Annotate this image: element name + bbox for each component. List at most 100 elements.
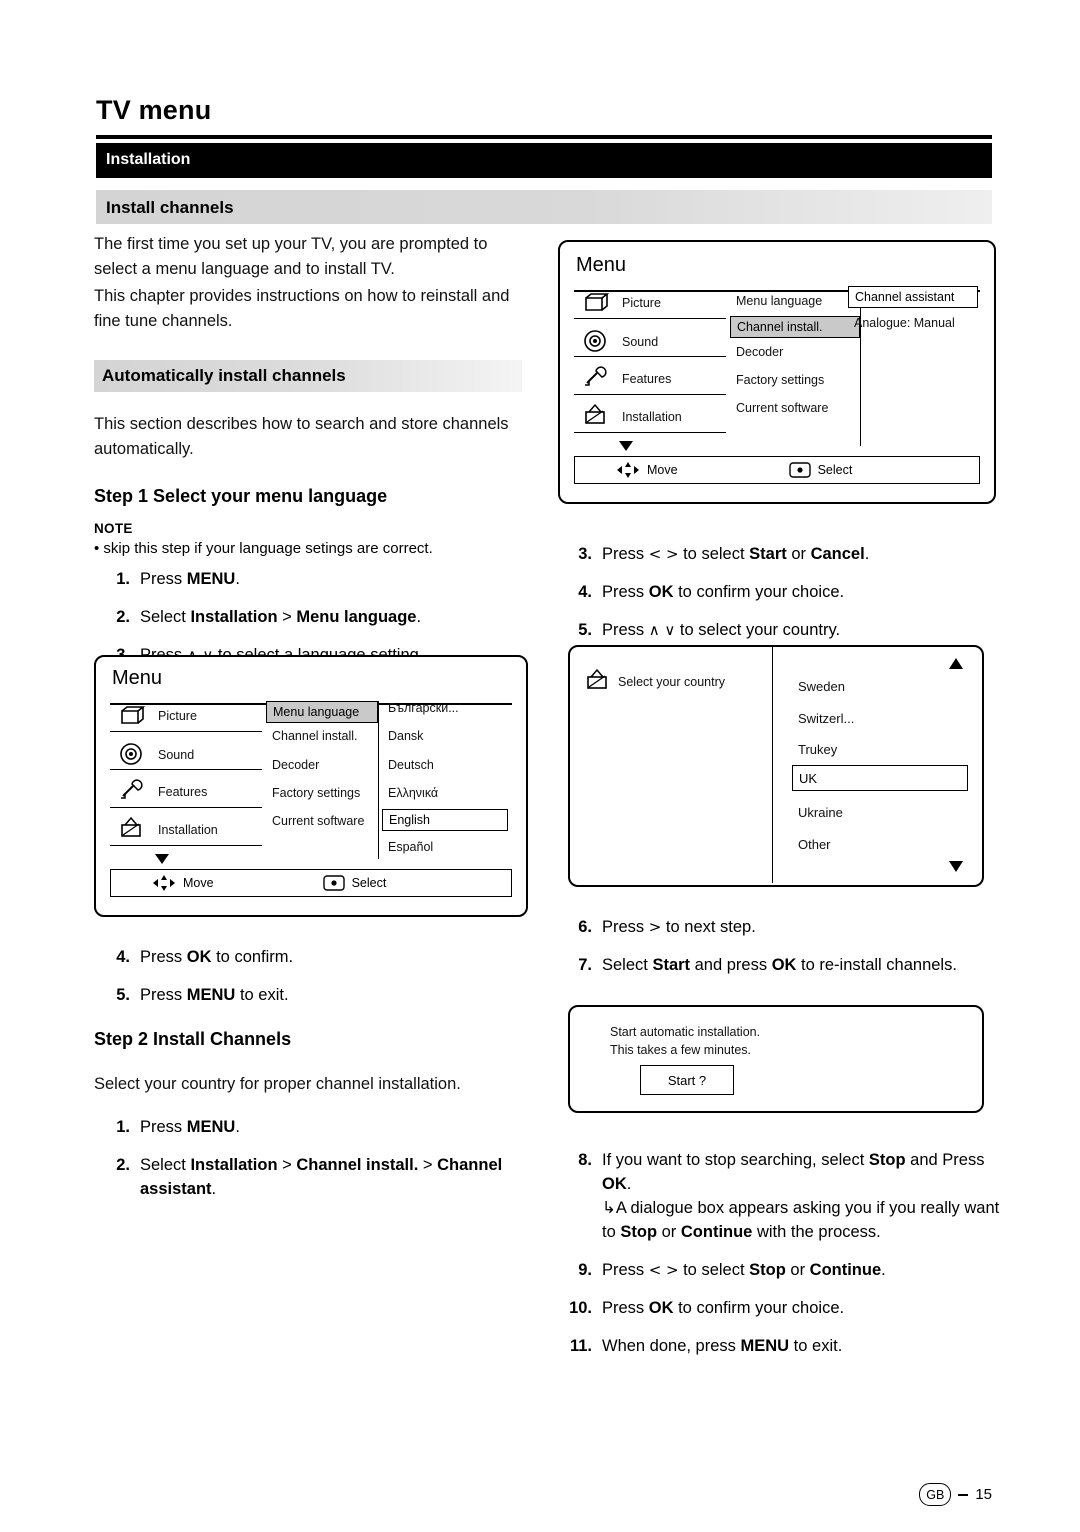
menu-right-mid-4[interactable]: Current software <box>736 401 828 415</box>
menu-left-lang-1[interactable]: Dansk <box>388 729 423 743</box>
picture-icon <box>585 293 610 311</box>
section-bar-label: Installation <box>106 151 191 168</box>
menu-left-lang-0[interactable]: Български... <box>388 701 459 715</box>
divider <box>574 318 726 319</box>
step-number: 5. <box>116 986 130 1004</box>
step-number: 2. <box>116 1156 130 1174</box>
menu-left-title: Menu <box>112 667 163 689</box>
step-right-mid-1: 7. Select Start and press OK to re-instal… <box>556 953 1000 977</box>
step-number: 1. <box>116 1118 130 1136</box>
step-text: Press OK to confirm your choice. <box>602 1299 845 1317</box>
step-text: Press MENU. <box>140 1118 240 1136</box>
step-number: 5. <box>578 621 592 639</box>
menu-left-mid-4[interactable]: Current software <box>272 814 364 828</box>
scroll-down-icon[interactable] <box>152 851 172 867</box>
note-label: NOTE <box>94 521 133 536</box>
menu-left-mid-1[interactable]: Channel install. <box>272 729 357 743</box>
start-button[interactable]: Start ? <box>640 1065 734 1095</box>
step-install-1: 2. Select Installation > Channel install.… <box>94 1153 524 1201</box>
step-number: 9. <box>578 1261 592 1279</box>
menu-left-lang-4[interactable]: English <box>382 809 508 831</box>
step-number: 1. <box>116 570 130 588</box>
divider <box>860 288 861 446</box>
step2-text: Select your country for proper channel i… <box>94 1075 461 1093</box>
left-column: The first time you set up your TV, you a… <box>94 232 524 681</box>
country-item-2[interactable]: Trukey <box>798 742 837 757</box>
divider <box>574 356 726 357</box>
step-text: Select Installation > Menu language. <box>140 608 422 626</box>
country-item-0[interactable]: Sweden <box>798 679 845 694</box>
auto-install-text: This section describes how to search and… <box>94 415 509 458</box>
menu-left-lang-3[interactable]: Ελληνικά <box>388 786 438 800</box>
step-text: When done, press MENU to exit. <box>602 1337 843 1355</box>
steps-confirm-list: 4. Press OK to confirm. 5. Press MENU to ex… <box>94 945 524 1007</box>
step-confirm-0: 4. Press OK to confirm. <box>94 945 524 969</box>
menu-left-lang-2[interactable]: Deutsch <box>388 758 434 772</box>
country-item-4[interactable]: Ukraine <box>798 805 843 820</box>
country-item-1[interactable]: Switzerl... <box>798 711 854 726</box>
ok-button-icon <box>322 875 345 891</box>
steps-language-list: 1. Press MENU. 2. Select Installation > Men… <box>94 567 524 667</box>
menu-left-mid-2[interactable]: Decoder <box>272 758 319 772</box>
features-icon <box>585 366 607 386</box>
title-rule <box>96 135 992 139</box>
auto-install-bar: Automatically install channels <box>94 360 522 392</box>
intro-paragraph-2: This chapter provides instructions on ho… <box>94 287 510 330</box>
page-footer: GB 15 <box>919 1483 992 1506</box>
scroll-down-icon[interactable] <box>616 438 636 454</box>
step-number: 3. <box>578 545 592 563</box>
menu-right-item-0[interactable]: Picture <box>622 296 661 310</box>
step-right-top-1: 4. Press OK to confirm your choice. <box>556 580 1000 604</box>
menu-right-item-3[interactable]: Installation <box>622 410 682 424</box>
country-selection-screenshot: Select your country Sweden Switzerl... T… <box>568 645 984 887</box>
picture-icon <box>121 706 146 724</box>
divider <box>772 647 773 883</box>
menu-left-item-3[interactable]: Installation <box>158 823 218 837</box>
step-confirm-1: 5. Press MENU to exit. <box>94 983 524 1007</box>
menu-left-lang-5[interactable]: Español <box>388 840 433 854</box>
divider <box>574 394 726 395</box>
footer-dash <box>958 1493 969 1496</box>
step-text: Press ∧ ∨ to select your country. <box>602 621 841 639</box>
menu-right-mid-1[interactable]: Channel install. <box>730 316 860 338</box>
step-language-1: 2. Select Installation > Menu language. <box>94 605 524 629</box>
step-text: Press > to next step. <box>602 918 756 936</box>
country-item-3[interactable]: UK <box>792 765 968 791</box>
scroll-up-icon[interactable] <box>946 655 966 673</box>
menu-right-item-1[interactable]: Sound <box>622 335 658 349</box>
navigation-pad-icon <box>617 462 639 478</box>
step-language-0: 1. Press MENU. <box>94 567 524 591</box>
step2-number: Step 2 <box>94 1029 149 1049</box>
menu-left-item-1[interactable]: Sound <box>158 748 194 762</box>
menu-right-mid-3[interactable]: Factory settings <box>736 373 824 387</box>
divider <box>110 731 262 732</box>
page-title: TV menu <box>96 95 212 125</box>
right-steps-bottom: 8. If you want to stop searching, select … <box>556 1138 1004 1372</box>
menu-right-mid-2[interactable]: Decoder <box>736 345 783 359</box>
menu-left-item-2[interactable]: Features <box>158 785 207 799</box>
scroll-down-icon[interactable] <box>946 857 966 875</box>
menu-left-mid-0[interactable]: Menu language <box>266 701 378 723</box>
left-column-lower: 4. Press OK to confirm. 5. Press MENU to ex… <box>94 935 524 1215</box>
step-number: 11. <box>569 1337 592 1355</box>
menu-right-opt-1[interactable]: Analogue: Manual <box>854 316 955 330</box>
menu-right-opt-0[interactable]: Channel assistant <box>848 286 978 308</box>
step-right-bottom-3: 11. When done, press MENU to exit. <box>556 1334 1004 1358</box>
right-steps-mid: 6. Press > to next step. 7. Select Start an… <box>556 905 1000 991</box>
step2-title: Install Channels <box>153 1029 292 1049</box>
menu-left-mid-3[interactable]: Factory settings <box>272 786 360 800</box>
locale-badge: GB <box>919 1483 952 1506</box>
right-steps-top: 3. Press < > to select Start or Cancel. 4.… <box>556 532 1000 656</box>
step-number: 10. <box>569 1299 592 1317</box>
menu-left-item-0[interactable]: Picture <box>158 709 197 723</box>
note-text: • skip this step if your language seting… <box>94 540 433 557</box>
start-box-line2: This takes a few minutes. <box>610 1043 752 1057</box>
intro-paragraph-1: The first time you set up your TV, you a… <box>94 235 488 278</box>
menu-screenshot-right: Menu Picture Sound Features Installation <box>558 240 996 504</box>
country-item-5[interactable]: Other <box>798 837 831 852</box>
menu-right-mid-0[interactable]: Menu language <box>736 294 822 308</box>
steps-install-list: 1. Press MENU. 2. Select Installation > Cha… <box>94 1115 524 1201</box>
navigation-pad-icon <box>153 875 175 891</box>
menu-right-item-2[interactable]: Features <box>622 372 671 386</box>
menu-left-footer: Move Select <box>110 869 512 897</box>
